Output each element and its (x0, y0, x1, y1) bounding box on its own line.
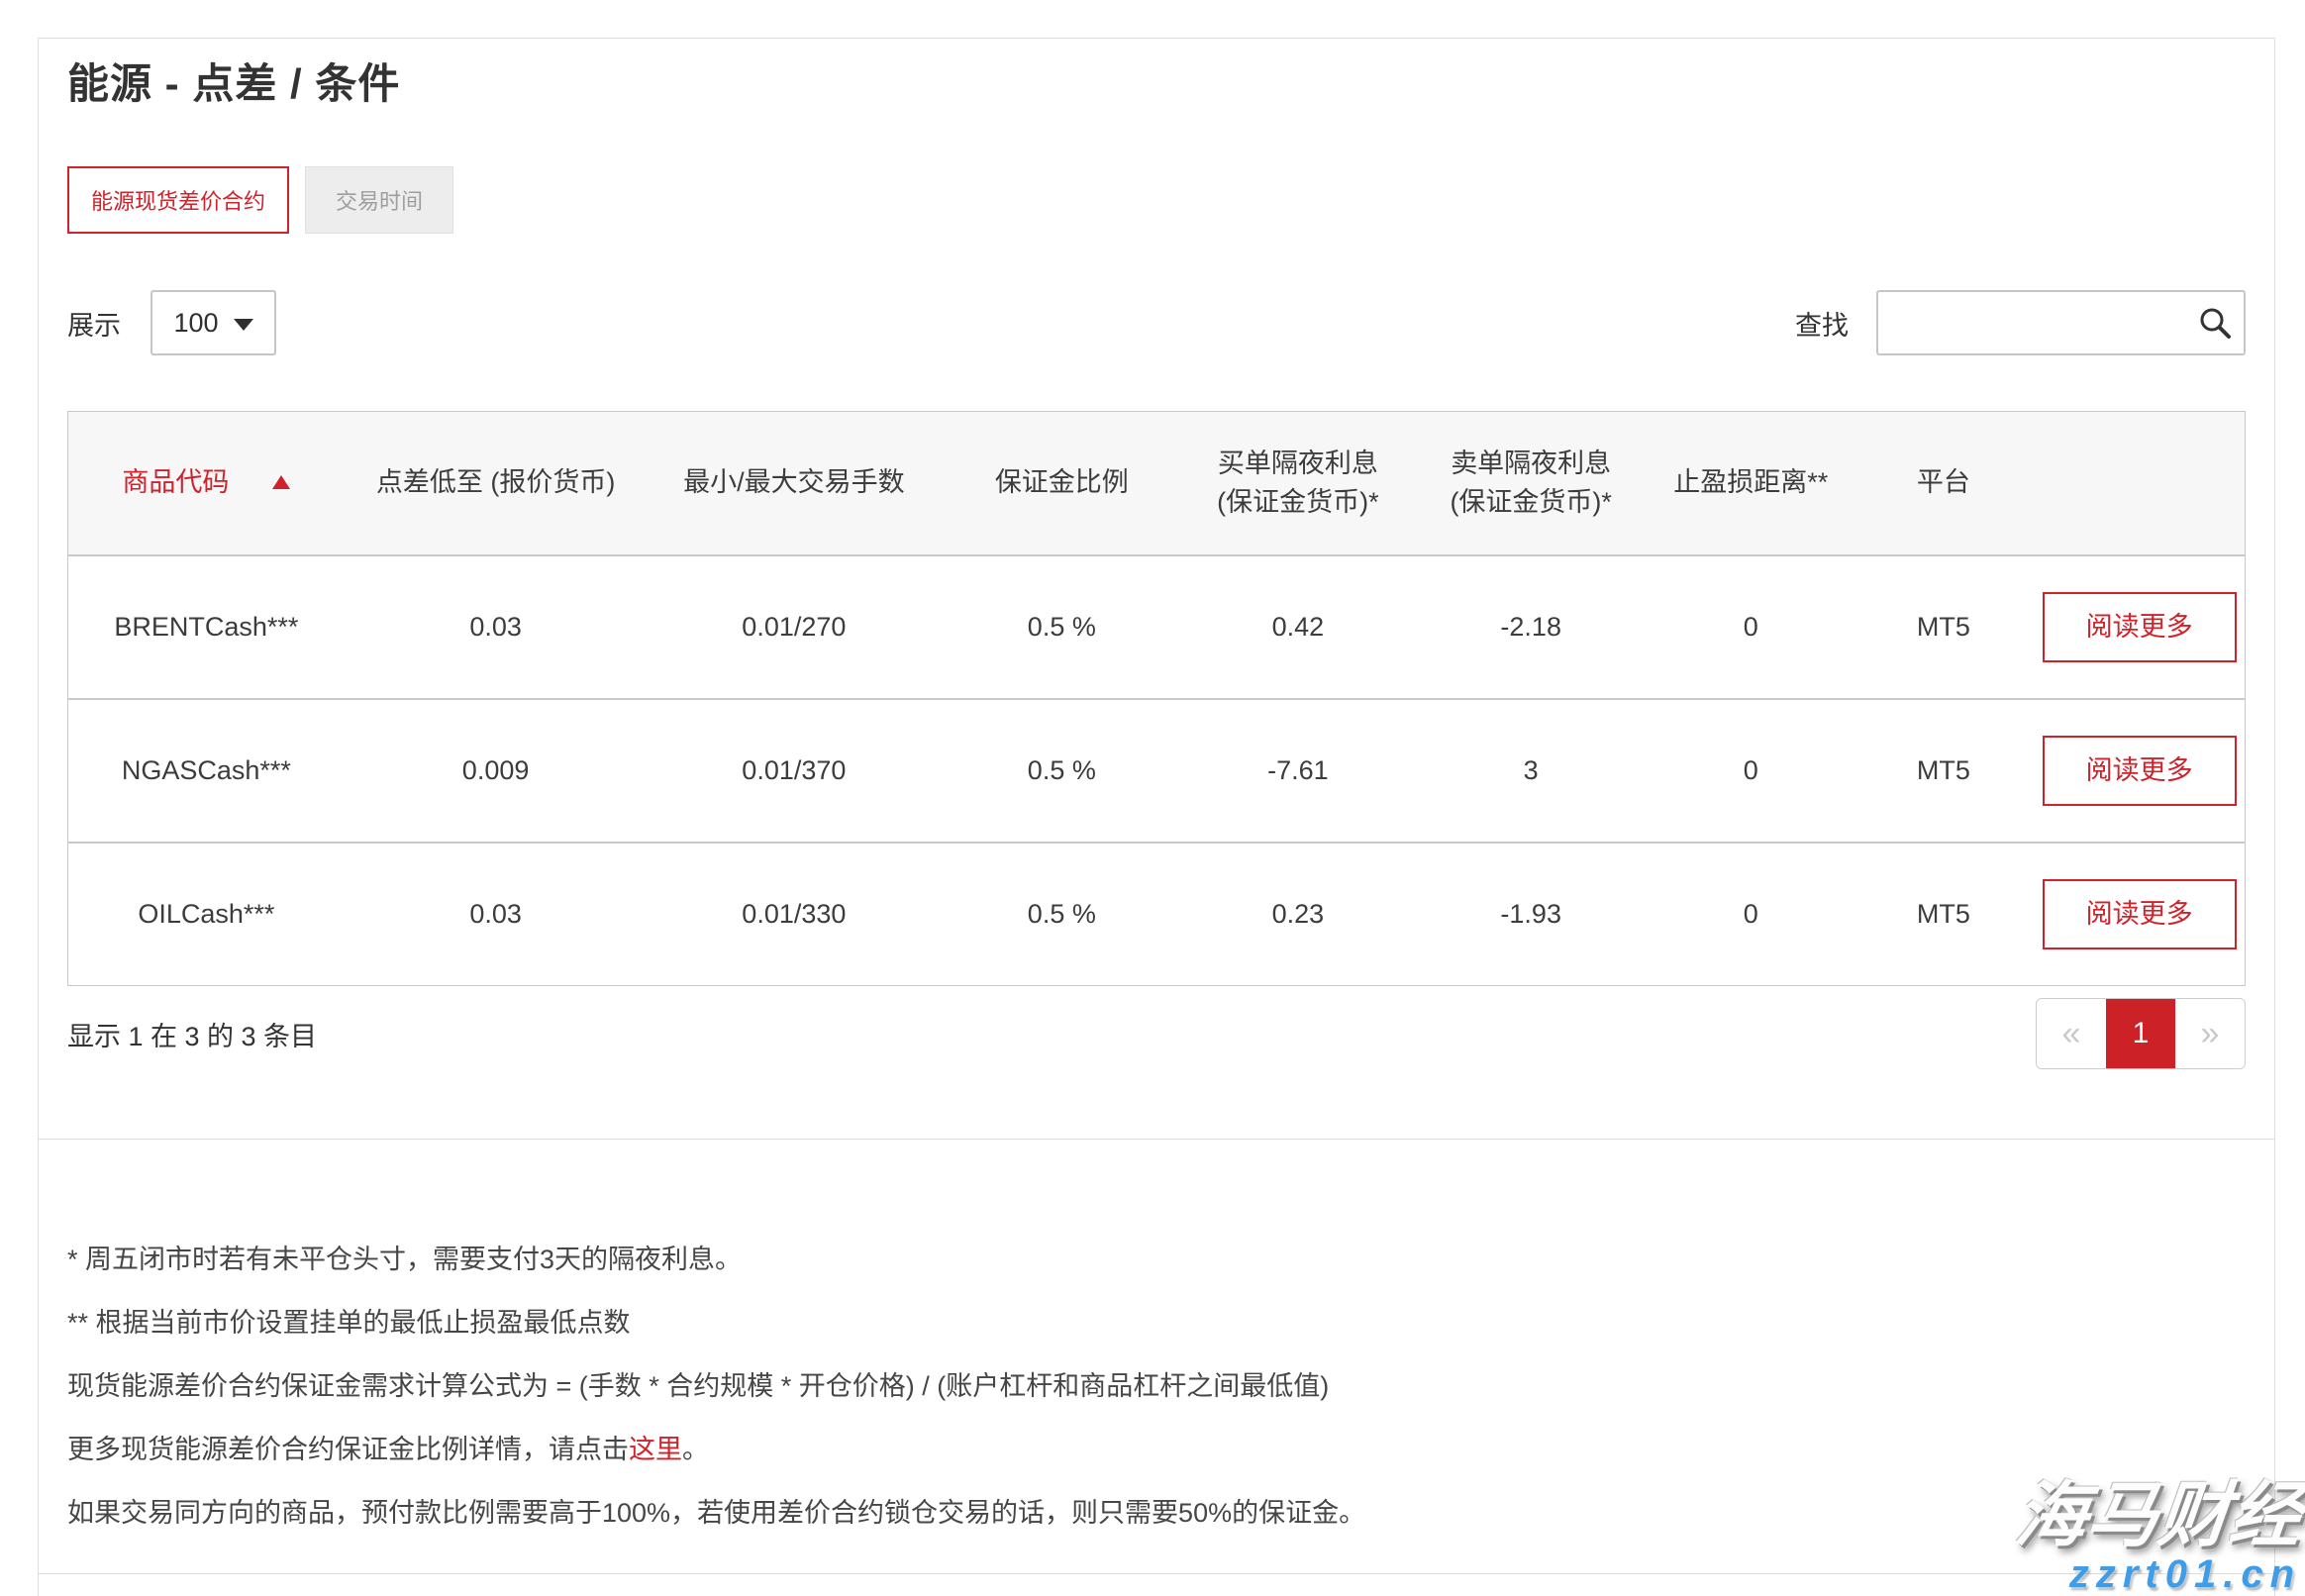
table-row: OILCash*** 0.03 0.01/330 0.5 % 0.23 -1.9… (68, 843, 2246, 986)
column-header-stop-level[interactable]: 止盈损距离** (1649, 412, 1854, 555)
column-header-swap-long[interactable]: 买单隔夜利息 (保证金货币)* (1182, 412, 1413, 555)
column-header-symbol-label: 商品代码 (122, 467, 229, 497)
here-link[interactable]: 这里 (629, 1435, 682, 1464)
cell-actions: 阅读更多 (2034, 555, 2245, 699)
content-panel: 能源 - 点差 / 条件 能源现货差价合约 交易时间 展示 100 查找 (38, 38, 2275, 1596)
column-header-lots[interactable]: 最小/最大交易手数 (647, 412, 941, 555)
column-header-actions (2034, 412, 2245, 555)
cell-spread: 0.03 (345, 555, 648, 699)
header-line-2: (保证金货币)* (1450, 487, 1612, 517)
footnote-swap-3day: * 周五闭市时若有未平仓头寸，需要支付3天的隔夜利息。 (67, 1245, 2246, 1274)
tab-energy-spot-cfd[interactable]: 能源现货差价合约 (67, 166, 289, 234)
cell-margin: 0.5 % (941, 555, 1182, 699)
cell-lots: 0.01/270 (647, 555, 941, 699)
column-header-margin[interactable]: 保证金比例 (941, 412, 1182, 555)
cell-margin: 0.5 % (941, 699, 1182, 843)
footnote-link-suffix: 。 (682, 1435, 709, 1464)
cell-margin: 0.5 % (941, 843, 1182, 986)
pagination-bar: 显示 1 在 3 的 3 条目 « 1 » (67, 998, 2246, 1069)
pagination-prev-button[interactable]: « (2037, 999, 2106, 1068)
footnote-margin-formula: 现货能源差价合约保证金需求计算公式为 = (手数 * 合约规模 * 开仓价格) … (67, 1371, 2246, 1401)
page-title: 能源 - 点差 / 条件 (67, 58, 2246, 110)
cell-stop-level: 0 (1649, 699, 1854, 843)
cell-swap-short: -1.93 (1413, 843, 1648, 986)
cell-swap-short: 3 (1413, 699, 1648, 843)
footnote-stop-level: ** 根据当前市价设置挂单的最低止损盈最低点数 (67, 1308, 2246, 1338)
cell-symbol: BRENTCash*** (68, 555, 345, 699)
page-size-dropdown[interactable]: 100 (150, 290, 276, 355)
cell-actions: 阅读更多 (2034, 843, 2245, 986)
table-header-row: 商品代码 点差低至 (报价货币) 最小/最大交易手数 保证金比例 买单隔夜利息 … (68, 412, 2246, 555)
search-label: 查找 (1795, 304, 1849, 343)
column-header-swap-short[interactable]: 卖单隔夜利息 (保证金货币)* (1413, 412, 1648, 555)
table-controls: 展示 100 查找 (67, 290, 2246, 355)
instruments-table: 商品代码 点差低至 (报价货币) 最小/最大交易手数 保证金比例 买单隔夜利息 … (67, 411, 2246, 986)
chevron-down-icon (234, 319, 253, 331)
footnotes: * 周五闭市时若有未平仓头寸，需要支付3天的隔夜利息。 ** 根据当前市价设置挂… (67, 1245, 2246, 1528)
cell-platform: MT5 (1854, 555, 2035, 699)
tab-trading-hours[interactable]: 交易时间 (305, 166, 453, 234)
cell-swap-long: -7.61 (1182, 699, 1413, 843)
column-header-symbol[interactable]: 商品代码 (68, 412, 345, 555)
table-row: NGASCash*** 0.009 0.01/370 0.5 % -7.61 3… (68, 699, 2246, 843)
search-icon[interactable] (2198, 306, 2232, 340)
search-box (1876, 290, 2246, 355)
page-size-value: 100 (173, 308, 218, 339)
cell-actions: 阅读更多 (2034, 699, 2245, 843)
footnote-link-prefix: 更多现货能源差价合约保证金比例详情，请点击 (67, 1435, 629, 1464)
cell-platform: MT5 (1854, 699, 2035, 843)
footnote-margin-details: 更多现货能源差价合约保证金比例详情，请点击这里。 (67, 1435, 2246, 1464)
cell-stop-level: 0 (1649, 555, 1854, 699)
read-more-button[interactable]: 阅读更多 (2043, 736, 2237, 806)
table-row: BRENTCash*** 0.03 0.01/270 0.5 % 0.42 -2… (68, 555, 2246, 699)
read-more-button[interactable]: 阅读更多 (2043, 879, 2237, 949)
cell-stop-level: 0 (1649, 843, 1854, 986)
read-more-button[interactable]: 阅读更多 (2043, 592, 2237, 662)
cell-swap-long: 0.42 (1182, 555, 1413, 699)
pagination-page-1-button[interactable]: 1 (2106, 999, 2175, 1068)
header-line-2: (保证金货币)* (1217, 487, 1379, 517)
cell-spread: 0.009 (345, 699, 648, 843)
cell-platform: MT5 (1854, 843, 2035, 986)
column-header-spread[interactable]: 点差低至 (报价货币) (345, 412, 648, 555)
tab-bar: 能源现货差价合约 交易时间 (67, 166, 2246, 234)
bottom-divider (39, 1573, 2274, 1574)
section-divider (39, 1139, 2274, 1140)
column-header-platform[interactable]: 平台 (1854, 412, 2035, 555)
cell-symbol: NGASCash*** (68, 699, 345, 843)
show-label: 展示 (67, 304, 121, 343)
header-line-1: 买单隔夜利息 (1218, 449, 1378, 478)
cell-swap-long: 0.23 (1182, 843, 1413, 986)
cell-symbol: OILCash*** (68, 843, 345, 986)
pagination-info: 显示 1 在 3 的 3 条目 (67, 1015, 317, 1053)
cell-lots: 0.01/370 (647, 699, 941, 843)
footnote-hedging: 如果交易同方向的商品，预付款比例需要高于100%，若使用差价合约锁仓交易的话，则… (67, 1498, 2246, 1528)
search-input[interactable] (1876, 290, 2246, 355)
pagination-next-button[interactable]: » (2175, 999, 2245, 1068)
cell-spread: 0.03 (345, 843, 648, 986)
header-line-1: 卖单隔夜利息 (1451, 449, 1611, 478)
cell-lots: 0.01/330 (647, 843, 941, 986)
sort-ascending-icon (272, 475, 290, 489)
cell-swap-short: -2.18 (1413, 555, 1648, 699)
pager: « 1 » (2036, 998, 2246, 1069)
